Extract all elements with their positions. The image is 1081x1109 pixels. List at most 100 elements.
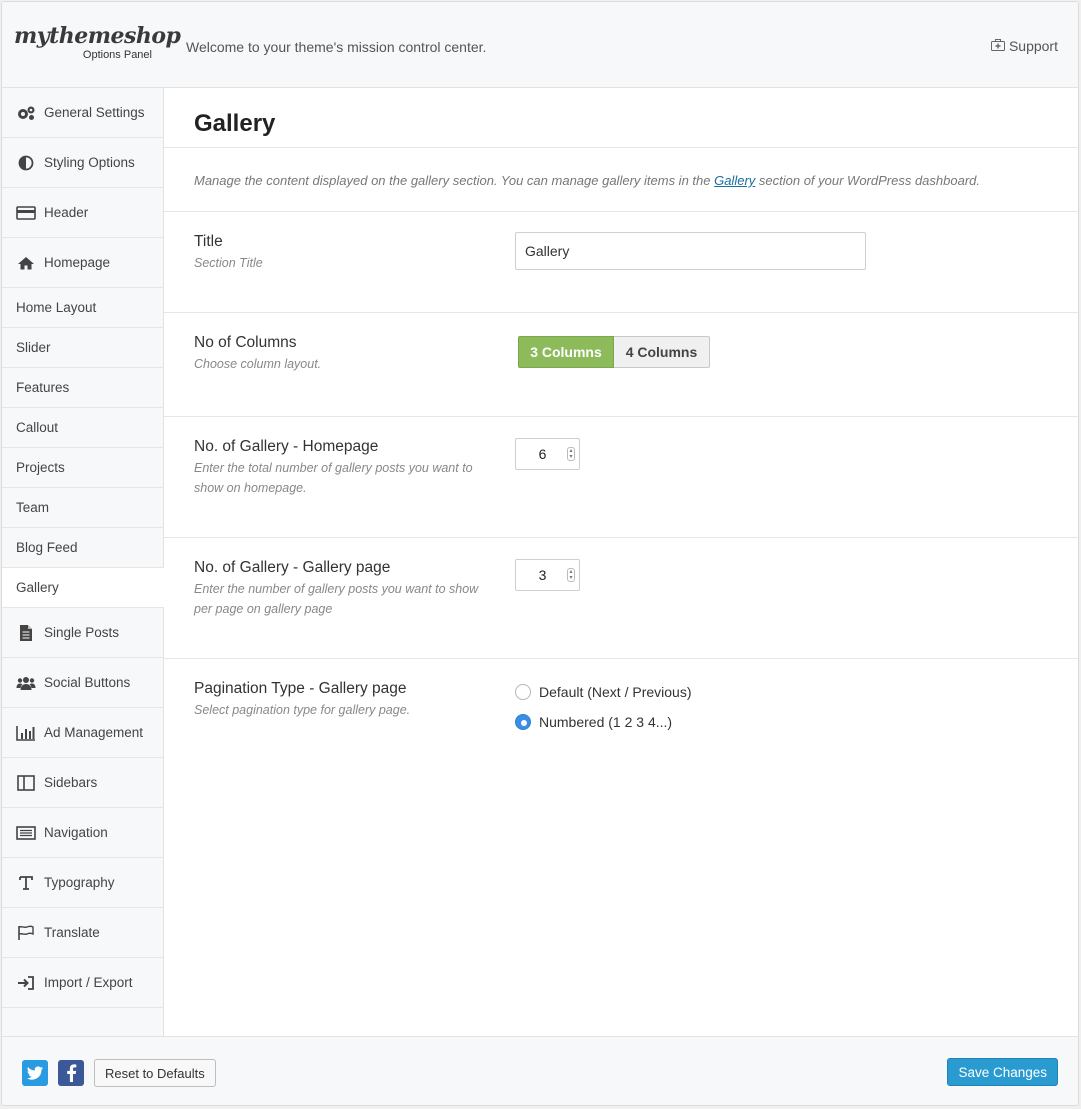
sidebar-item-import-export[interactable]: Import / Export	[2, 958, 163, 1008]
facebook-icon[interactable]	[58, 1060, 84, 1086]
sidebar-item-label: Navigation	[44, 825, 108, 840]
title-input[interactable]: Gallery	[515, 232, 866, 270]
bar-chart-icon	[16, 724, 36, 742]
users-icon	[16, 674, 36, 692]
options-panel: mythemeshop Options Panel Welcome to you…	[1, 1, 1079, 1106]
sidebar-item-label: Sidebars	[44, 775, 98, 790]
pagination-help: Select pagination type for gallery page.	[194, 703, 411, 717]
sidebar-item-label: Features	[16, 380, 70, 395]
sidebar-item-blog-feed[interactable]: Blog Feed	[2, 528, 163, 568]
main-content: Gallery Manage the content displayed on …	[164, 88, 1078, 1036]
homepage-count-input[interactable]: 6 ▴ ▾	[515, 438, 580, 470]
sidebar-item-projects[interactable]: Projects	[2, 448, 163, 488]
sidebar-item-label: Social Buttons	[44, 675, 131, 690]
list-icon	[16, 824, 36, 842]
sidebar-item-typography[interactable]: Typography	[2, 858, 163, 908]
sidebar-item-social-buttons[interactable]: Social Buttons	[2, 658, 163, 708]
spinner-icon[interactable]: ▴ ▾	[567, 568, 575, 582]
sidebar-item-label: Gallery	[16, 580, 59, 595]
title-option-label: Title	[194, 233, 223, 250]
support-link[interactable]: Support	[990, 38, 1058, 54]
gallery-link[interactable]: Gallery	[714, 173, 755, 188]
save-changes-button[interactable]: Save Changes	[947, 1058, 1058, 1086]
sidebar-item-label: Translate	[44, 925, 100, 940]
divider	[164, 211, 1078, 212]
sidebar-item-single-posts[interactable]: Single Posts	[2, 608, 163, 658]
sidebar-item-styling-options[interactable]: Styling Options	[2, 138, 163, 188]
logo-text: mythemeshop	[14, 23, 181, 49]
divider	[164, 658, 1078, 659]
page-title: Gallery	[194, 110, 276, 137]
gears-icon	[16, 104, 36, 122]
sidebar-item-sidebars[interactable]: Sidebars	[2, 758, 163, 808]
description-text: Manage the content displayed on the gall…	[194, 173, 715, 188]
columns-option-help: Choose column layout.	[194, 357, 322, 371]
sidebar-item-label: General Settings	[44, 105, 145, 120]
radio-label: Default (Next / Previous)	[539, 684, 692, 700]
document-icon	[16, 624, 36, 642]
sidebar-item-gallery[interactable]: Gallery	[2, 568, 164, 608]
section-description: Manage the content displayed on the gall…	[194, 173, 980, 188]
three-columns-button[interactable]: 3 Columns	[518, 336, 614, 368]
radio-button-selected[interactable]	[515, 714, 531, 730]
sidebar-item-navigation[interactable]: Navigation	[2, 808, 163, 858]
pagination-option-default[interactable]: Default (Next / Previous)	[515, 684, 692, 700]
homepage-count-help: Enter the total number of gallery posts …	[194, 461, 473, 495]
four-columns-button[interactable]: 4 Columns	[614, 336, 710, 368]
sidebar-item-label: Import / Export	[44, 975, 133, 990]
sidebar: General Settings Styling Options Header …	[2, 88, 164, 1036]
logo-subtitle: Options Panel	[82, 49, 152, 61]
sidebar-item-ad-management[interactable]: Ad Management	[2, 708, 163, 758]
page-count-input[interactable]: 3 ▴ ▾	[515, 559, 580, 591]
sidebar-item-features[interactable]: Features	[2, 368, 163, 408]
spinner-icon[interactable]: ▴ ▾	[567, 447, 575, 461]
title-option-help: Section Title	[194, 256, 263, 270]
sidebar-item-label: Slider	[16, 340, 51, 355]
sidebar-item-label: Blog Feed	[16, 540, 78, 555]
sidebar-item-home-layout[interactable]: Home Layout	[2, 288, 163, 328]
sidebar-item-slider[interactable]: Slider	[2, 328, 163, 368]
sidebar-item-label: Projects	[16, 460, 65, 475]
support-label: Support	[1008, 38, 1058, 54]
sidebar-item-label: Team	[16, 500, 50, 515]
pagination-option-numbered[interactable]: Numbered (1 2 3 4...)	[515, 714, 672, 730]
sidebar-item-label: Typography	[44, 875, 115, 890]
sidebar-item-translate[interactable]: Translate	[2, 908, 163, 958]
page-count-help: Enter the number of gallery posts you wa…	[194, 582, 479, 616]
sidebar-item-callout[interactable]: Callout	[2, 408, 163, 448]
header: mythemeshop Options Panel Welcome to you…	[2, 2, 1078, 88]
divider	[164, 416, 1078, 417]
sidebar-item-label: Ad Management	[44, 725, 144, 740]
logo: mythemeshop Options Panel	[14, 23, 181, 61]
sign-in-icon	[16, 974, 36, 992]
home-icon	[16, 254, 36, 272]
divider	[164, 312, 1078, 313]
pagination-label: Pagination Type - Gallery page	[194, 680, 407, 697]
radio-button[interactable]	[515, 684, 531, 700]
columns-icon	[16, 774, 36, 792]
medkit-icon	[990, 38, 1005, 54]
sidebar-item-general-settings[interactable]: General Settings	[2, 88, 163, 138]
flag-icon	[16, 924, 36, 942]
columns-option-label: No of Columns	[194, 334, 297, 351]
twitter-icon[interactable]	[22, 1060, 48, 1086]
sidebar-item-team[interactable]: Team	[2, 488, 163, 528]
contrast-icon	[16, 154, 36, 172]
homepage-count-label: No. of Gallery - Homepage	[194, 438, 379, 455]
divider	[164, 537, 1078, 538]
sidebar-item-label: Styling Options	[44, 155, 135, 170]
sidebar-item-homepage[interactable]: Homepage	[2, 238, 163, 288]
homepage-count-value: 6	[538, 446, 547, 462]
text-icon	[16, 874, 36, 892]
divider	[164, 147, 1078, 148]
reset-defaults-button[interactable]: Reset to Defaults	[94, 1059, 216, 1087]
sidebar-item-label: Homepage	[44, 255, 111, 270]
sidebar-item-label: Header	[44, 205, 89, 220]
page-count-value: 3	[538, 567, 547, 583]
sidebar-item-label: Callout	[16, 420, 59, 435]
page-count-label: No. of Gallery - Gallery page	[194, 559, 391, 576]
sidebar-item-header[interactable]: Header	[2, 188, 163, 238]
radio-label: Numbered (1 2 3 4...)	[539, 714, 673, 730]
sidebar-item-label: Single Posts	[44, 625, 120, 640]
header-card-icon	[16, 204, 36, 222]
